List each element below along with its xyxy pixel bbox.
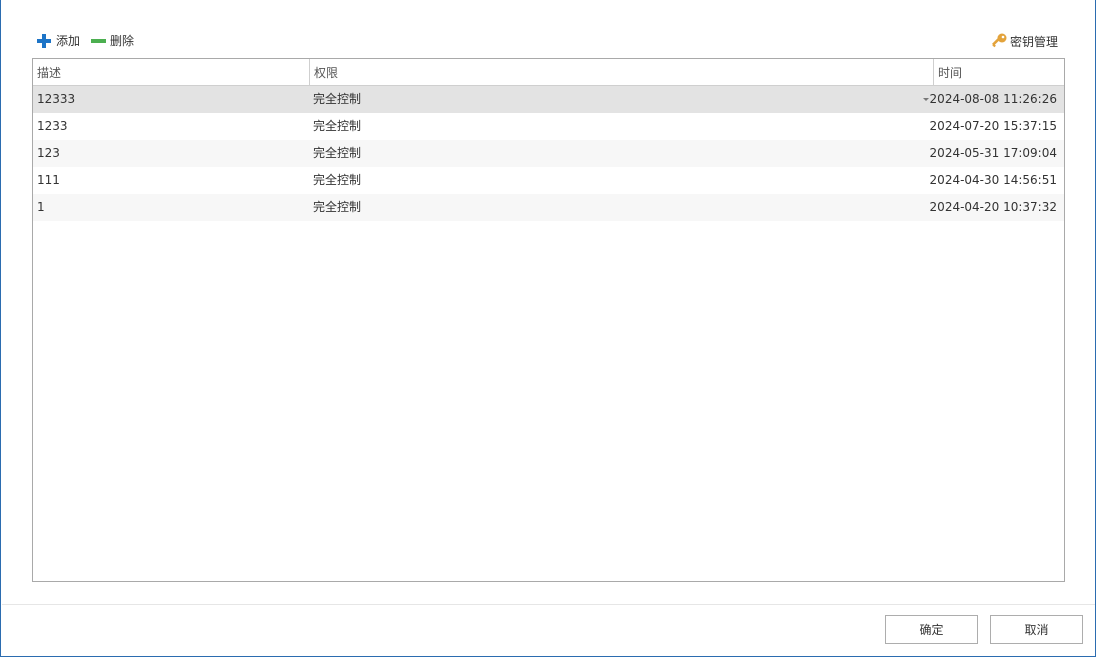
cell-time: 2024-04-30 14:56:51	[929, 173, 1057, 187]
chevron-down-icon[interactable]	[923, 98, 929, 101]
key-icon	[992, 33, 1007, 48]
key-manage-button[interactable]: 密钥管理	[990, 32, 1058, 50]
plus-icon	[36, 33, 52, 49]
table-row[interactable]: 123 完全控制 2024-05-31 17:09:04	[33, 140, 1064, 167]
dialog-window: 添加 删除 密钥管理 描述 权限 时间 12333 完全控制 2024-08-0…	[0, 0, 1096, 657]
table-row[interactable]: 1233 完全控制 2024-07-20 15:37:15	[33, 113, 1064, 140]
footer-divider	[2, 604, 1095, 605]
table-header: 描述 权限 时间	[33, 59, 1064, 86]
table-row[interactable]: 1 完全控制 2024-04-20 10:37:32	[33, 194, 1064, 221]
cell-permission[interactable]: 完全控制	[313, 167, 361, 194]
delete-button-label: 删除	[110, 34, 135, 48]
minus-icon	[90, 33, 107, 49]
delete-button[interactable]: 删除	[90, 32, 134, 50]
add-button[interactable]: 添加	[36, 32, 80, 50]
column-header-desc[interactable]: 描述	[33, 59, 309, 85]
toolbar: 添加 删除	[36, 32, 144, 50]
cell-time: 2024-07-20 15:37:15	[929, 119, 1057, 133]
cell-desc: 123	[37, 146, 60, 160]
column-header-permission[interactable]: 权限	[309, 59, 933, 85]
cell-time: 2024-04-20 10:37:32	[929, 200, 1057, 214]
cell-desc: 1	[37, 200, 45, 214]
cell-time: 2024-08-08 11:26:26	[929, 92, 1057, 106]
table-row[interactable]: 111 完全控制 2024-04-30 14:56:51	[33, 167, 1064, 194]
table-row[interactable]: 12333 完全控制 2024-08-08 11:26:26	[33, 86, 1064, 113]
key-manage-label: 密钥管理	[1009, 34, 1058, 49]
cell-permission[interactable]: 完全控制	[313, 113, 361, 140]
access-key-table: 描述 权限 时间 12333 完全控制 2024-08-08 11:26:26 …	[32, 58, 1065, 582]
cell-permission[interactable]: 完全控制	[313, 86, 361, 113]
cell-desc: 1233	[37, 119, 68, 133]
cell-permission[interactable]: 完全控制	[313, 194, 361, 221]
ok-button[interactable]: 确定	[885, 615, 978, 644]
column-header-time[interactable]: 时间	[933, 59, 1064, 85]
add-button-label: 添加	[56, 34, 81, 48]
cell-permission[interactable]: 完全控制	[313, 140, 361, 167]
table-body: 12333 完全控制 2024-08-08 11:26:26 1233 完全控制…	[33, 86, 1064, 221]
cell-time: 2024-05-31 17:09:04	[929, 146, 1057, 160]
cancel-button[interactable]: 取消	[990, 615, 1083, 644]
cell-desc: 12333	[37, 92, 76, 106]
cell-desc: 111	[37, 173, 60, 187]
